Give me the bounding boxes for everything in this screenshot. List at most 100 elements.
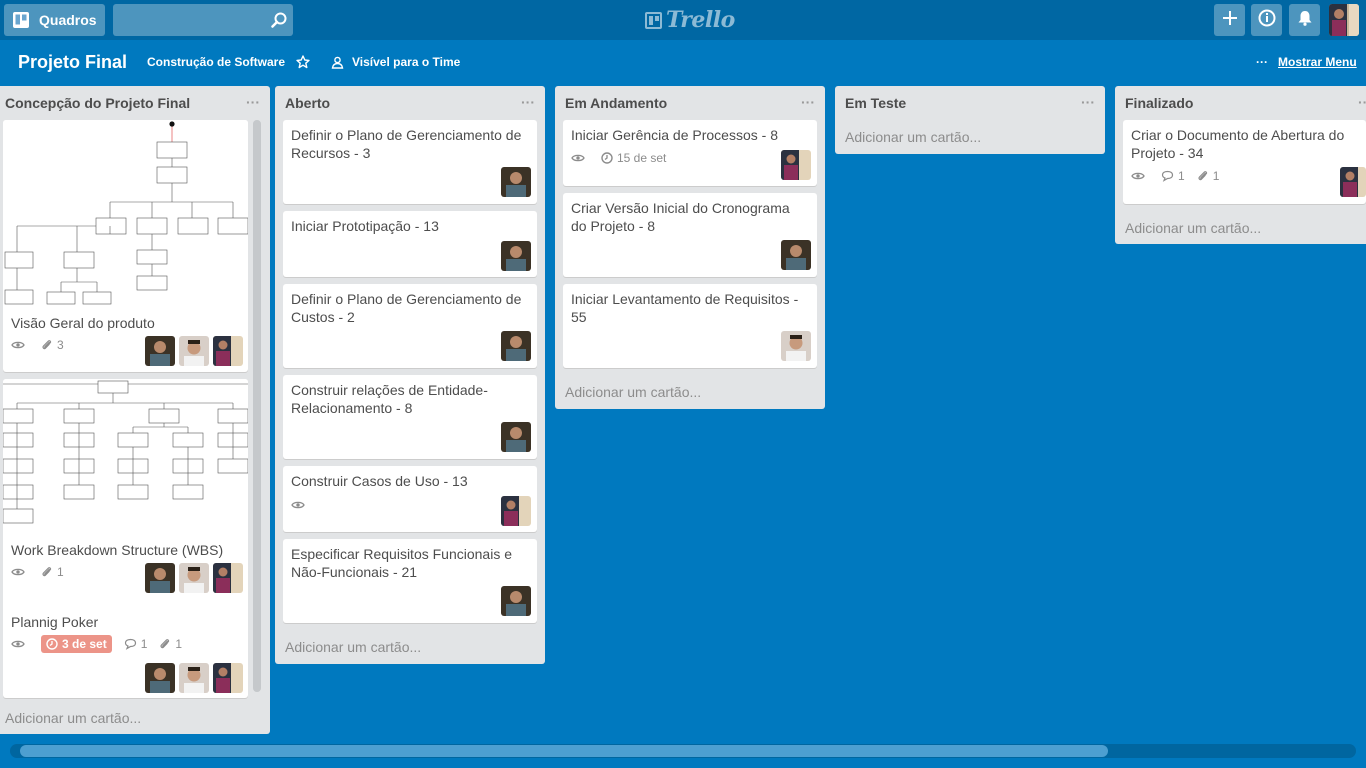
eye-icon (1131, 172, 1145, 180)
member-avatar[interactable] (179, 663, 209, 693)
eye-icon (291, 501, 305, 509)
list-menu-icon[interactable]: ··· (801, 94, 815, 110)
notifications-button[interactable] (1289, 4, 1320, 36)
card-title: Construir Casos de Uso - 13 (291, 473, 468, 489)
card-aberto-1[interactable]: Definir o Plano de Gerenciamento de Recu… (283, 120, 537, 204)
member-avatar[interactable] (501, 422, 531, 452)
member-avatar[interactable] (145, 663, 175, 693)
card-members (141, 563, 243, 593)
add-card-link[interactable]: Adicionar um cartão... (5, 710, 141, 726)
member-avatar[interactable] (213, 563, 243, 593)
list-menu-icon[interactable]: ··· (246, 94, 260, 110)
watching-badge (11, 635, 29, 653)
member-avatar[interactable] (781, 331, 811, 361)
member-avatar[interactable] (179, 336, 209, 366)
member-avatar[interactable] (213, 663, 243, 693)
member-avatar[interactable] (145, 563, 175, 593)
board-scrollbar-thumb[interactable] (20, 745, 1108, 757)
eye-icon (11, 640, 25, 648)
user-avatar[interactable] (1329, 4, 1359, 36)
search-box[interactable] (113, 4, 293, 36)
list-title[interactable]: Finalizado (1125, 95, 1193, 111)
member-avatar[interactable] (1340, 167, 1366, 197)
card-title: Plannig Poker (11, 614, 99, 630)
search-icon[interactable] (271, 12, 287, 28)
list-title[interactable]: Aberto (285, 95, 330, 111)
list-header[interactable]: Finalizado ··· (1115, 86, 1366, 120)
card-andamento-3[interactable]: Iniciar Levantamento de Requisitos - 55 (563, 284, 817, 368)
list-header[interactable]: Em Teste ··· (835, 86, 1105, 120)
add-card-link[interactable]: Adicionar um cartão... (285, 639, 421, 655)
member-avatar[interactable] (501, 496, 531, 526)
watching-badge (291, 496, 309, 514)
due-date-badge[interactable]: 15 de set (601, 149, 666, 167)
list-title[interactable]: Em Teste (845, 95, 906, 111)
list-menu-icon[interactable]: ··· (521, 94, 535, 110)
trello-logo[interactable]: Trello (645, 6, 735, 34)
show-menu-button[interactable]: ··· Mostrar Menu (1256, 55, 1357, 69)
bell-icon (1297, 10, 1313, 31)
list-header[interactable]: Concepção do Projeto Final ··· (0, 86, 270, 120)
create-button[interactable] (1214, 4, 1245, 36)
card-aberto-3[interactable]: Definir o Plano de Gerenciamento de Cust… (283, 284, 537, 368)
paperclip-icon (160, 639, 170, 649)
boards-button[interactable]: Quadros (4, 4, 105, 36)
card-members (777, 150, 811, 180)
member-avatar[interactable] (781, 150, 811, 180)
visibility-button[interactable]: Visível para o Time (331, 55, 460, 69)
list-menu-icon[interactable]: ··· (1358, 94, 1366, 110)
info-button[interactable] (1251, 4, 1282, 36)
list-title[interactable]: Em Andamento (565, 95, 667, 111)
list-scrollbar[interactable] (253, 120, 261, 692)
card-aberto-4[interactable]: Construir relações de Entidade-Relaciona… (283, 375, 537, 459)
list-header[interactable]: Aberto ··· (275, 86, 545, 120)
card-members (141, 336, 243, 366)
card-finalizado-1[interactable]: Criar o Documento de Abertura do Projeto… (1123, 120, 1366, 204)
card-visao-geral[interactable]: Visão Geral do produto 3 (3, 120, 248, 372)
card-aberto-2[interactable]: Iniciar Prototipação - 13 (283, 211, 537, 277)
member-avatar[interactable] (501, 331, 531, 361)
board-horizontal-scrollbar[interactable] (10, 744, 1356, 758)
card-members (1336, 167, 1366, 197)
card-title: Definir o Plano de Gerenciamento de Recu… (291, 127, 522, 161)
add-card-link[interactable]: Adicionar um cartão... (1125, 220, 1261, 236)
attachment-count: 1 (1212, 169, 1220, 183)
trello-logo-text: Trello (666, 7, 735, 33)
add-card-link[interactable]: Adicionar um cartão... (845, 129, 981, 145)
card-members (777, 331, 811, 361)
member-avatar[interactable] (501, 586, 531, 616)
member-avatar[interactable] (501, 241, 531, 271)
search-input[interactable] (113, 4, 263, 36)
card-aberto-5[interactable]: Construir Casos de Uso - 13 (283, 466, 537, 532)
member-avatar[interactable] (145, 336, 175, 366)
member-avatar[interactable] (213, 336, 243, 366)
list-menu-icon[interactable]: ··· (1081, 94, 1095, 110)
card-members (141, 663, 243, 693)
list-title[interactable]: Concepção do Projeto Final (5, 95, 190, 111)
card-members (497, 241, 531, 271)
card-andamento-2[interactable]: Criar Versão Inicial do Cronograma do Pr… (563, 193, 817, 277)
board-team-link[interactable]: Construção de Software (147, 55, 285, 69)
board-title[interactable]: Projeto Final (18, 52, 127, 73)
member-avatar[interactable] (179, 563, 209, 593)
member-avatar[interactable] (501, 167, 531, 197)
card-members (497, 422, 531, 452)
paperclip-icon (42, 567, 52, 577)
list-header[interactable]: Em Andamento ··· (555, 86, 825, 120)
card-plannig-poker[interactable]: Plannig Poker 3 de set 1 1 (3, 607, 248, 698)
comment-icon (124, 638, 136, 650)
eye-icon (571, 154, 585, 162)
card-title: Especificar Requisitos Funcionais e Não-… (291, 546, 512, 580)
card-andamento-1[interactable]: Iniciar Gerência de Processos - 8 15 de … (563, 120, 817, 186)
member-avatar[interactable] (781, 240, 811, 270)
list-finalizado: Finalizado ··· Criar o Documento de Aber… (1115, 86, 1366, 244)
card-badges: 3 (11, 336, 76, 354)
list-em-andamento: Em Andamento ··· Iniciar Gerência de Pro… (555, 86, 825, 409)
due-date-badge[interactable]: 3 de set (41, 635, 112, 653)
add-card-link[interactable]: Adicionar um cartão... (565, 384, 701, 400)
list-scrollbar-thumb[interactable] (253, 120, 261, 692)
card-aberto-6[interactable]: Especificar Requisitos Funcionais e Não-… (283, 539, 537, 623)
star-icon[interactable] (296, 55, 310, 69)
card-members (777, 240, 811, 270)
card-badges: 1 1 (1131, 167, 1231, 185)
